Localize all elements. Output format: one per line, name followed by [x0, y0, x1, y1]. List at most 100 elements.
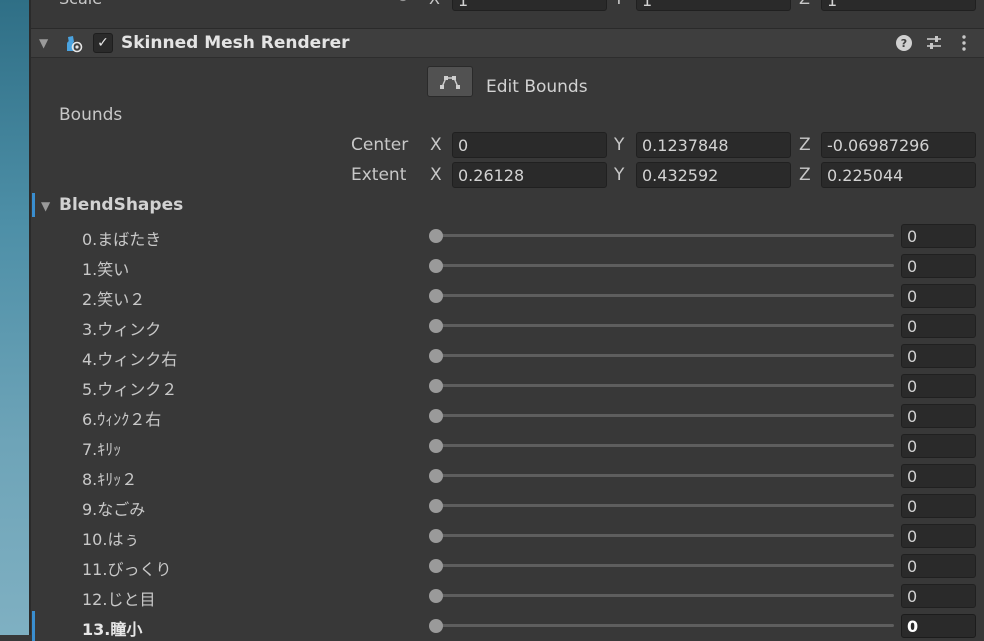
blendshape-slider-track[interactable]	[436, 354, 894, 357]
blendshape-slider-track[interactable]	[436, 504, 894, 507]
extent-z-field[interactable]: 0.225044	[821, 162, 976, 188]
blendshape-slider-track[interactable]	[436, 594, 894, 597]
blendshape-slider-track[interactable]	[436, 474, 894, 477]
panel-left-border	[29, 0, 31, 635]
scale-label: Scale	[59, 0, 102, 8]
extent-x-field[interactable]: 0.26128	[452, 162, 607, 188]
blendshape-name: 2.笑い２	[82, 290, 146, 309]
blendshape-value-field[interactable]: 0	[901, 554, 976, 578]
extent-x-label: X	[430, 165, 442, 185]
blendshape-name: 3.ウィンク	[82, 320, 162, 339]
extent-y-field[interactable]: 0.432592	[636, 162, 791, 188]
blendshape-row: 8.ｷﾘｯ２ 0	[29, 461, 984, 491]
blendshape-slider-track[interactable]	[436, 384, 894, 387]
blendshape-slider-track[interactable]	[436, 564, 894, 567]
center-x-field[interactable]: 0	[452, 132, 607, 158]
blendshape-value-field[interactable]: 0	[901, 614, 976, 638]
extent-label: Extent	[351, 165, 407, 185]
blendshape-value-field[interactable]: 0	[901, 524, 976, 548]
blendshape-name: 9.なごみ	[82, 500, 146, 519]
blendshape-slider-thumb[interactable]	[429, 319, 443, 333]
blendshape-slider-thumb[interactable]	[429, 559, 443, 573]
blendshape-slider-track[interactable]	[436, 294, 894, 297]
blendshape-row: 7.ｷﾘｯ 0	[29, 431, 984, 461]
blendshape-value-field[interactable]: 0	[901, 314, 976, 338]
blendshape-value-field[interactable]: 0	[901, 224, 976, 248]
component-enabled-checkbox[interactable]: ✓	[93, 33, 113, 53]
blendshape-slider-track[interactable]	[436, 624, 894, 627]
blendshape-slider-track[interactable]	[436, 264, 894, 267]
extent-y-label: Y	[614, 165, 625, 185]
blendshape-value-field[interactable]: 0	[901, 434, 976, 458]
blendshape-slider-thumb[interactable]	[429, 229, 443, 243]
constrain-proportions-icon[interactable]: ⊘	[397, 0, 409, 5]
blendshape-row: 3.ウィンク 0	[29, 311, 984, 341]
blendshape-slider-track[interactable]	[436, 324, 894, 327]
blendshape-slider-thumb[interactable]	[429, 259, 443, 273]
presets-icon[interactable]	[925, 34, 943, 52]
blendshape-value-field[interactable]: 0	[901, 494, 976, 518]
blendshape-name: 10.はぅ	[82, 530, 140, 549]
center-z-field[interactable]: -0.06987296	[821, 132, 976, 158]
blendshape-row: 12.じと目 0	[29, 581, 984, 611]
center-y-field[interactable]: 0.1237848	[636, 132, 791, 158]
blendshape-slider-thumb[interactable]	[429, 439, 443, 453]
blendshape-slider-track[interactable]	[436, 234, 894, 237]
blendshape-slider-thumb[interactable]	[429, 379, 443, 393]
blendshape-row: 10.はぅ 0	[29, 521, 984, 551]
skinned-mesh-icon	[67, 36, 83, 53]
blendshape-slider-track[interactable]	[436, 444, 894, 447]
blendshape-value-field[interactable]: 0	[901, 464, 976, 488]
blendshape-name: 11.びっくり	[82, 560, 172, 579]
blendshape-value-field[interactable]: 0	[901, 584, 976, 608]
component-header[interactable]: ▼ ✓ Skinned Mesh Renderer ?	[31, 28, 984, 58]
blendshape-row: 0.まばたき 0	[29, 221, 984, 251]
help-icon[interactable]: ?	[895, 34, 913, 52]
blendshape-value-field[interactable]: 0	[901, 254, 976, 278]
blendshape-slider-thumb[interactable]	[429, 529, 443, 543]
blendshape-row-selected: 13.瞳小 0	[29, 611, 984, 641]
blendshape-name: 1.笑い	[82, 260, 130, 279]
more-icon[interactable]	[955, 34, 973, 52]
blendshapes-selection-marker	[32, 193, 35, 217]
scale-x-field[interactable]: 1	[452, 0, 607, 11]
blendshape-slider-thumb[interactable]	[429, 409, 443, 423]
scale-z-field[interactable]: 1	[821, 0, 976, 11]
blendshape-slider-thumb[interactable]	[429, 589, 443, 603]
blendshapes-foldout-icon[interactable]: ▼	[41, 199, 50, 213]
blendshape-name: 5.ウィンク２	[82, 380, 178, 399]
blendshape-row: 5.ウィンク２ 0	[29, 371, 984, 401]
selected-row-marker	[32, 611, 35, 641]
foldout-arrow-icon[interactable]: ▼	[39, 36, 48, 50]
scale-y-field[interactable]: 1	[636, 0, 791, 11]
scale-y-label: Y	[614, 0, 624, 8]
blendshape-name: 4.ウィンク右	[82, 350, 178, 369]
inspector-panel: Scale ⊘ X 1 Y 1 Z 1 ▼ ✓ Skinned Mesh Ren…	[29, 0, 984, 641]
extent-z-label: Z	[799, 165, 811, 185]
blendshape-slider-thumb[interactable]	[429, 499, 443, 513]
blendshape-name: 12.じと目	[82, 590, 156, 609]
blendshape-slider-track[interactable]	[436, 534, 894, 537]
blendshape-row: 9.なごみ 0	[29, 491, 984, 521]
blendshape-value-field[interactable]: 0	[901, 344, 976, 368]
blendshape-slider-track[interactable]	[436, 414, 894, 417]
blendshapes-label[interactable]: BlendShapes	[59, 195, 183, 215]
blendshape-slider-thumb[interactable]	[429, 349, 443, 363]
blendshape-value-field[interactable]: 0	[901, 374, 976, 398]
bounds-label: Bounds	[59, 105, 123, 125]
blendshape-name: 13.瞳小	[82, 620, 143, 639]
center-z-label: Z	[799, 135, 811, 155]
blendshape-row: 4.ウィンク右 0	[29, 341, 984, 371]
edit-bounds-button[interactable]	[427, 66, 473, 97]
blendshape-slider-thumb[interactable]	[429, 619, 443, 633]
blendshape-name: 7.ｷﾘｯ	[82, 440, 122, 459]
scale-z-label: Z	[799, 0, 810, 8]
blendshape-slider-thumb[interactable]	[429, 469, 443, 483]
blendshape-row: 2.笑い２ 0	[29, 281, 984, 311]
blendshape-slider-thumb[interactable]	[429, 289, 443, 303]
svg-text:?: ?	[901, 37, 907, 50]
scale-x-label: X	[429, 0, 440, 8]
blendshape-value-field[interactable]: 0	[901, 404, 976, 428]
blendshape-value-field[interactable]: 0	[901, 284, 976, 308]
blendshape-name: 0.まばたき	[82, 230, 162, 249]
